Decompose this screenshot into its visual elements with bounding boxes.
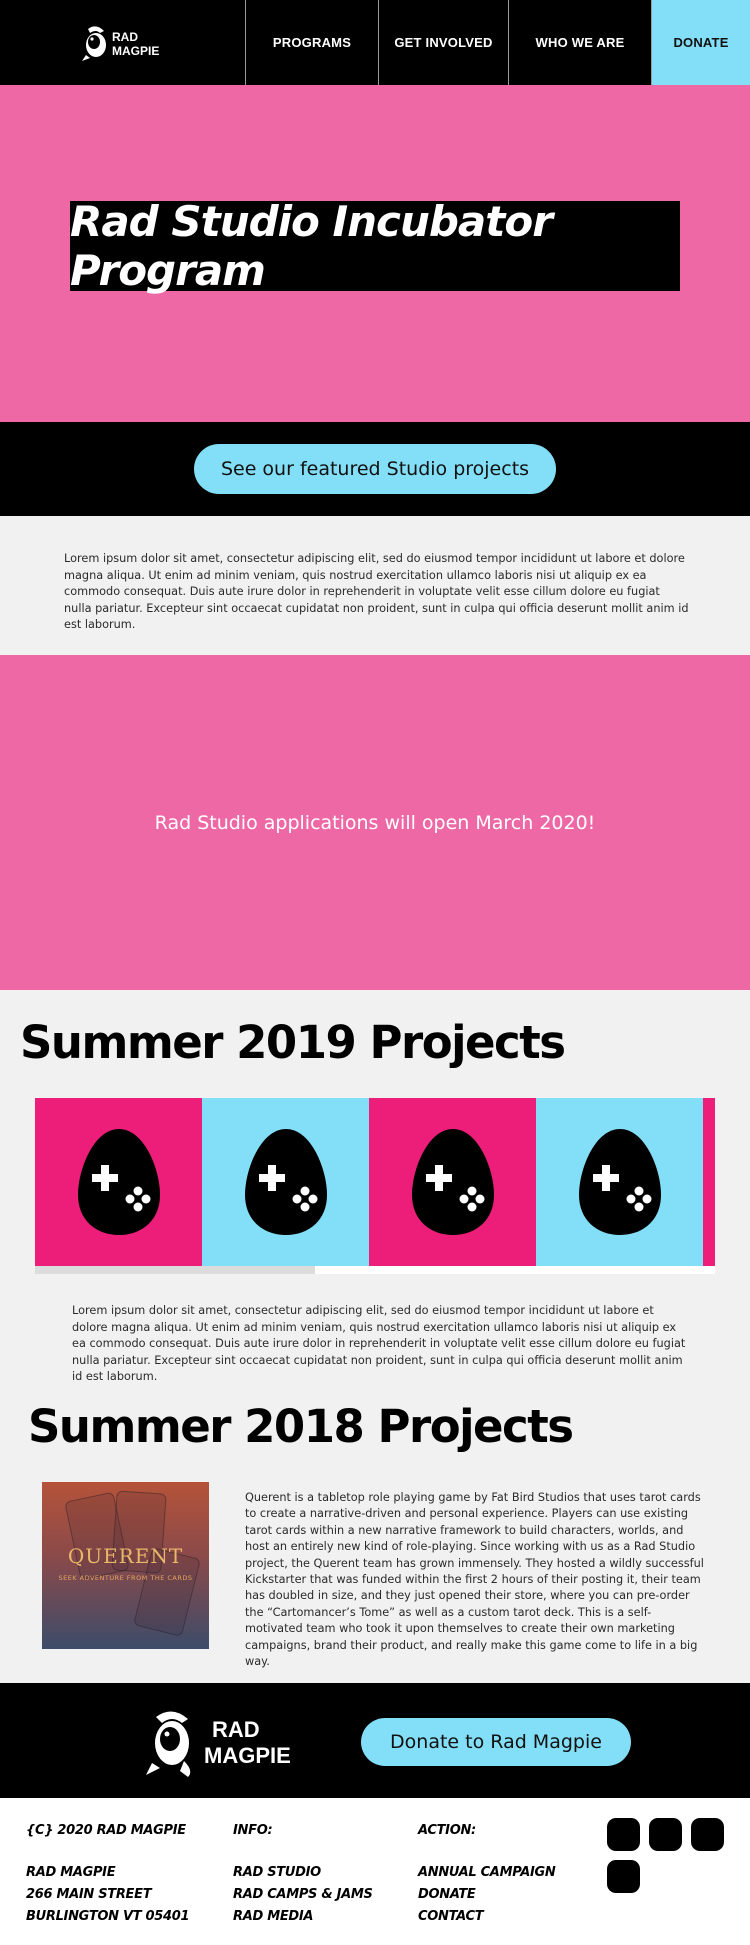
footer-col-info: INFO: RAD STUDIO RAD CAMPS & JAMS RAD ME… xyxy=(233,1820,373,1928)
featured-projects-button[interactable]: See our featured Studio projects xyxy=(194,444,556,494)
footer-col-contact: {C} 2020 RAD MAGPIE RAD MAGPIE 266 MAIN … xyxy=(26,1820,190,1928)
footer-link-contact[interactable]: CONTACT xyxy=(418,1906,556,1928)
querent-logo-subtitle: SEEK ADVENTURE FROM THE CARDS xyxy=(58,1574,193,1582)
hero-section: Rad Studio Incubator Program xyxy=(0,85,750,422)
social-icon[interactable] xyxy=(607,1818,640,1851)
address-city: BURLINGTON VT 05401 xyxy=(26,1909,190,1924)
logo-text-magpie: MAGPIE xyxy=(112,44,159,58)
announcement-text: Rad Studio applications will open March … xyxy=(154,811,596,834)
address-street: 266 MAIN STREET xyxy=(26,1887,152,1902)
project-tile[interactable] xyxy=(369,1098,536,1266)
querent-description: Querent is a tabletop role playing game … xyxy=(245,1491,704,1669)
summer-2018-heading: Summer 2018 Projects xyxy=(28,1400,574,1453)
magpie-logo-icon: RAD MAGPIE xyxy=(81,25,159,61)
cta-band: See our featured Studio projects xyxy=(0,422,750,516)
top-nav: RAD MAGPIE PROGRAMS GET INVOLVED WHO WE … xyxy=(0,0,750,85)
site-footer: {C} 2020 RAD MAGPIE RAD MAGPIE 266 MAIN … xyxy=(0,1798,750,1945)
intro-paragraph: Lorem ipsum dolor sit amet, consectetur … xyxy=(64,552,689,631)
social-icon[interactable] xyxy=(607,1860,640,1893)
carousel-scroll-thumb[interactable] xyxy=(35,1266,315,1274)
nav-programs[interactable]: PROGRAMS xyxy=(245,0,378,85)
game-egg-icon xyxy=(77,1129,160,1235)
rad-magpie-logo[interactable]: RAD MAGPIE xyxy=(0,0,245,85)
summer-2019-heading: Summer 2019 Projects xyxy=(20,1016,566,1069)
footer-col-action: ACTION: ANNUAL CAMPAIGN DONATE CONTACT xyxy=(418,1820,556,1928)
social-icon[interactable] xyxy=(691,1818,724,1851)
footer-link-rad-media[interactable]: RAD MEDIA xyxy=(233,1906,373,1928)
footer-donate-band: RAD MAGPIE Donate to Rad Magpie xyxy=(0,1683,750,1798)
social-icon[interactable] xyxy=(649,1818,682,1851)
carousel-scrollbar[interactable] xyxy=(35,1266,715,1274)
footer-link-rad-studio[interactable]: RAD STUDIO xyxy=(233,1862,373,1884)
project-tile[interactable] xyxy=(536,1098,703,1266)
info-heading: INFO: xyxy=(233,1823,273,1838)
footer-link-camps-jams[interactable]: RAD CAMPS & JAMS xyxy=(233,1884,373,1906)
page-title: Rad Studio Incubator Program xyxy=(70,197,553,295)
action-heading: ACTION: xyxy=(418,1823,476,1838)
footer-link-donate[interactable]: DONATE xyxy=(418,1884,556,1906)
querent-logo-title: QUERENT xyxy=(67,1544,184,1568)
project-tile[interactable] xyxy=(35,1098,202,1266)
copyright-text: {C} 2020 RAD MAGPIE xyxy=(26,1823,186,1838)
project-tile[interactable] xyxy=(202,1098,369,1266)
summer-2019-paragraph: Lorem ipsum dolor sit amet, consectetur … xyxy=(72,1304,686,1383)
logo-text-rad: RAD xyxy=(112,30,138,44)
project-tile-partial[interactable] xyxy=(703,1098,715,1266)
game-egg-icon xyxy=(578,1129,661,1235)
address-name: RAD MAGPIE xyxy=(26,1865,116,1880)
nav-who-we-are[interactable]: WHO WE ARE xyxy=(508,0,651,85)
footer-logo-text-rad: RAD xyxy=(212,1717,260,1742)
querent-project-image[interactable]: QUERENT SEEK ADVENTURE FROM THE CARDS xyxy=(42,1482,209,1649)
footer-logo-text-magpie: MAGPIE xyxy=(204,1743,291,1768)
hero-title-box: Rad Studio Incubator Program xyxy=(70,197,680,295)
footer-magpie-logo[interactable]: RAD MAGPIE xyxy=(142,1701,312,1779)
nav-donate-button[interactable]: DONATE xyxy=(651,0,750,85)
nav-get-involved[interactable]: GET INVOLVED xyxy=(378,0,508,85)
announcement-banner: Rad Studio applications will open March … xyxy=(0,655,750,990)
project-carousel[interactable] xyxy=(35,1098,715,1266)
footer-link-annual-campaign[interactable]: ANNUAL CAMPAIGN xyxy=(418,1862,556,1884)
donate-to-rad-magpie-button[interactable]: Donate to Rad Magpie xyxy=(361,1718,631,1766)
game-egg-icon xyxy=(411,1129,494,1235)
game-egg-icon xyxy=(244,1129,327,1235)
